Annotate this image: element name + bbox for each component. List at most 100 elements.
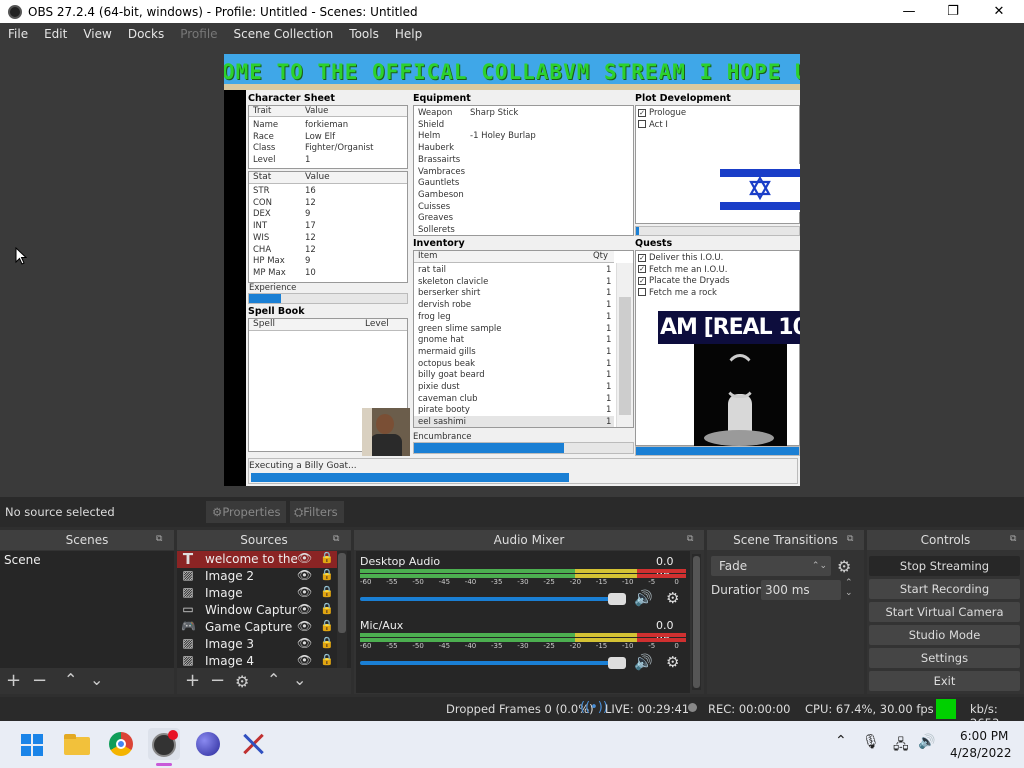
eye-icon[interactable]: 👁 bbox=[297, 653, 312, 667]
scenes-list[interactable]: Scene bbox=[0, 551, 174, 668]
move-scene-up-button[interactable]: ⌃ bbox=[64, 670, 77, 689]
channel-gear-icon[interactable]: ⚙ bbox=[666, 589, 679, 607]
scenes-float-icon[interactable]: ⧉ bbox=[156, 534, 162, 544]
speaker-icon[interactable]: 🔊 bbox=[634, 653, 653, 671]
checkbox[interactable]: ✓ bbox=[638, 108, 646, 117]
source-item[interactable]: ▨ Image 4 👁 🔒 bbox=[177, 653, 337, 668]
filters-button[interactable]: ⛭Filters bbox=[290, 501, 344, 523]
sources-scrollbar[interactable] bbox=[337, 551, 347, 668]
checkbox[interactable]: ✓ bbox=[638, 276, 646, 285]
channel-gear-icon[interactable]: ⚙ bbox=[666, 653, 679, 671]
inventory-item[interactable]: billy goat beard bbox=[418, 370, 485, 380]
remove-scene-button[interactable]: − bbox=[32, 670, 47, 691]
control-button-exit[interactable]: Exit bbox=[869, 671, 1020, 691]
inventory-item[interactable]: dervish robe bbox=[418, 300, 471, 310]
eye-icon[interactable]: 👁 bbox=[297, 585, 312, 599]
volume-slider-handle[interactable] bbox=[608, 593, 626, 605]
sources-list[interactable]: Twelcome to the of👁🔒▨Image 2👁🔒▨Image👁🔒▭W… bbox=[177, 551, 351, 668]
eye-icon[interactable]: 👁 bbox=[297, 602, 312, 616]
source-item[interactable]: 🎮 Game Capture 👁 🔒 bbox=[177, 619, 337, 636]
obs-taskbar-icon[interactable] bbox=[148, 728, 180, 760]
swords-app-icon[interactable] bbox=[237, 728, 269, 760]
windows-start-icon[interactable] bbox=[16, 728, 48, 760]
menu-tools[interactable]: Tools bbox=[341, 27, 387, 41]
sources-float-icon[interactable]: ⧉ bbox=[333, 534, 339, 544]
menu-profile[interactable]: Profile bbox=[172, 27, 225, 41]
menu-edit[interactable]: Edit bbox=[36, 27, 75, 41]
eye-icon[interactable]: 👁 bbox=[297, 619, 312, 633]
source-item[interactable]: ▨ Image 2 👁 🔒 bbox=[177, 568, 337, 585]
control-button-settings[interactable]: Settings bbox=[869, 648, 1020, 668]
lock-icon[interactable]: 🔒 bbox=[320, 653, 334, 666]
lock-icon[interactable]: 🔒 bbox=[320, 636, 334, 649]
chrome-icon[interactable] bbox=[105, 728, 137, 760]
inventory-item[interactable]: green slime sample bbox=[418, 324, 502, 334]
inventory-item[interactable]: eel sashimi bbox=[418, 417, 466, 427]
source-properties-gear-icon[interactable]: ⚙ bbox=[235, 672, 249, 691]
control-button-stop-streaming[interactable]: Stop Streaming bbox=[869, 556, 1020, 576]
add-source-button[interactable]: + bbox=[185, 670, 200, 691]
inventory-item[interactable]: frog leg bbox=[418, 312, 451, 322]
transition-select[interactable]: Fade ⌃⌄ bbox=[711, 556, 831, 576]
quest-item[interactable]: Fetch me a rock bbox=[638, 288, 717, 298]
plot-item[interactable]: ✓ Prologue bbox=[638, 108, 686, 118]
inventory-item[interactable]: mermaid gills bbox=[418, 347, 476, 357]
volume-icon[interactable]: 🔊 bbox=[918, 734, 935, 750]
transition-gear-icon[interactable]: ⚙ bbox=[837, 557, 851, 576]
duration-input[interactable]: 300 ms bbox=[761, 580, 841, 600]
inventory-item[interactable]: rat tail bbox=[418, 265, 446, 275]
mixer-float-icon[interactable]: ⧉ bbox=[687, 534, 693, 544]
inventory-item[interactable]: pirate booty bbox=[418, 405, 470, 415]
move-source-up-button[interactable]: ⌃ bbox=[267, 670, 280, 689]
menu-help[interactable]: Help bbox=[387, 27, 430, 41]
preview-canvas[interactable]: OME TO THE OFFICAL COLLABVM STREAM I HOP… bbox=[224, 54, 800, 486]
checkbox[interactable]: ✓ bbox=[638, 253, 646, 262]
quest-item[interactable]: ✓ Fetch me an I.O.U. bbox=[638, 265, 727, 275]
inventory-item[interactable]: pixie dust bbox=[418, 382, 460, 392]
controls-float-icon[interactable]: ⧉ bbox=[1010, 534, 1016, 544]
checkbox[interactable] bbox=[638, 120, 646, 128]
inventory-scrollbar[interactable] bbox=[616, 263, 633, 427]
eye-icon[interactable]: 👁 bbox=[297, 568, 312, 582]
quest-item[interactable]: ✓ Placate the Dryads bbox=[638, 276, 730, 286]
lock-icon[interactable]: 🔒 bbox=[320, 602, 334, 615]
inventory-item[interactable]: skeleton clavicle bbox=[418, 277, 488, 287]
move-source-down-button[interactable]: ⌄ bbox=[293, 670, 306, 689]
properties-button[interactable]: ⚙Properties bbox=[206, 501, 286, 523]
inventory-item[interactable]: gnome hat bbox=[418, 335, 464, 345]
move-scene-down-button[interactable]: ⌄ bbox=[90, 670, 103, 689]
control-button-studio-mode[interactable]: Studio Mode bbox=[869, 625, 1020, 645]
clock-date[interactable]: 4/28/2022 bbox=[950, 746, 1012, 760]
lock-icon[interactable]: 🔒 bbox=[320, 619, 334, 632]
source-item[interactable]: ▨ Image 3 👁 🔒 bbox=[177, 636, 337, 653]
remove-source-button[interactable]: − bbox=[210, 670, 225, 691]
show-hidden-icons-chevron-icon[interactable]: ⌃ bbox=[835, 733, 847, 749]
transitions-float-icon[interactable]: ⧉ bbox=[847, 534, 853, 544]
control-button-start-virtual-camera[interactable]: Start Virtual Camera bbox=[869, 602, 1020, 622]
close-button[interactable]: ✕ bbox=[976, 0, 1022, 23]
minimize-button[interactable]: — bbox=[886, 0, 932, 23]
menu-scene-collection[interactable]: Scene Collection bbox=[226, 27, 342, 41]
file-explorer-icon[interactable] bbox=[61, 728, 93, 760]
menu-view[interactable]: View bbox=[75, 27, 119, 41]
menu-file[interactable]: File bbox=[0, 27, 36, 41]
eye-icon[interactable]: 👁 bbox=[297, 551, 312, 565]
volume-slider-handle[interactable] bbox=[608, 657, 626, 669]
eye-icon[interactable]: 👁 bbox=[297, 636, 312, 650]
maximize-button[interactable]: ❐ bbox=[930, 0, 976, 23]
network-icon[interactable]: 🖧 bbox=[893, 734, 909, 758]
volume-slider[interactable] bbox=[360, 597, 624, 601]
ball-app-icon[interactable] bbox=[192, 728, 224, 760]
inventory-scroll-thumb[interactable] bbox=[619, 297, 631, 415]
source-item[interactable]: ▭ Window Capture 👁 🔒 bbox=[177, 602, 337, 619]
quest-item[interactable]: ✓ Deliver this I.O.U. bbox=[638, 253, 723, 263]
lock-icon[interactable]: 🔒 bbox=[320, 551, 334, 564]
scene-item[interactable]: Scene bbox=[0, 551, 174, 569]
inventory-item[interactable]: caveman club bbox=[418, 394, 478, 404]
menu-docks[interactable]: Docks bbox=[120, 27, 172, 41]
lock-icon[interactable]: 🔒 bbox=[320, 585, 334, 598]
clock-time[interactable]: 6:00 PM bbox=[960, 729, 1008, 743]
plot-item[interactable]: Act I bbox=[638, 120, 668, 130]
duration-stepper-icon[interactable]: ⌃ ⌄ bbox=[845, 578, 853, 598]
source-item[interactable]: ▨ Image 👁 🔒 bbox=[177, 585, 337, 602]
